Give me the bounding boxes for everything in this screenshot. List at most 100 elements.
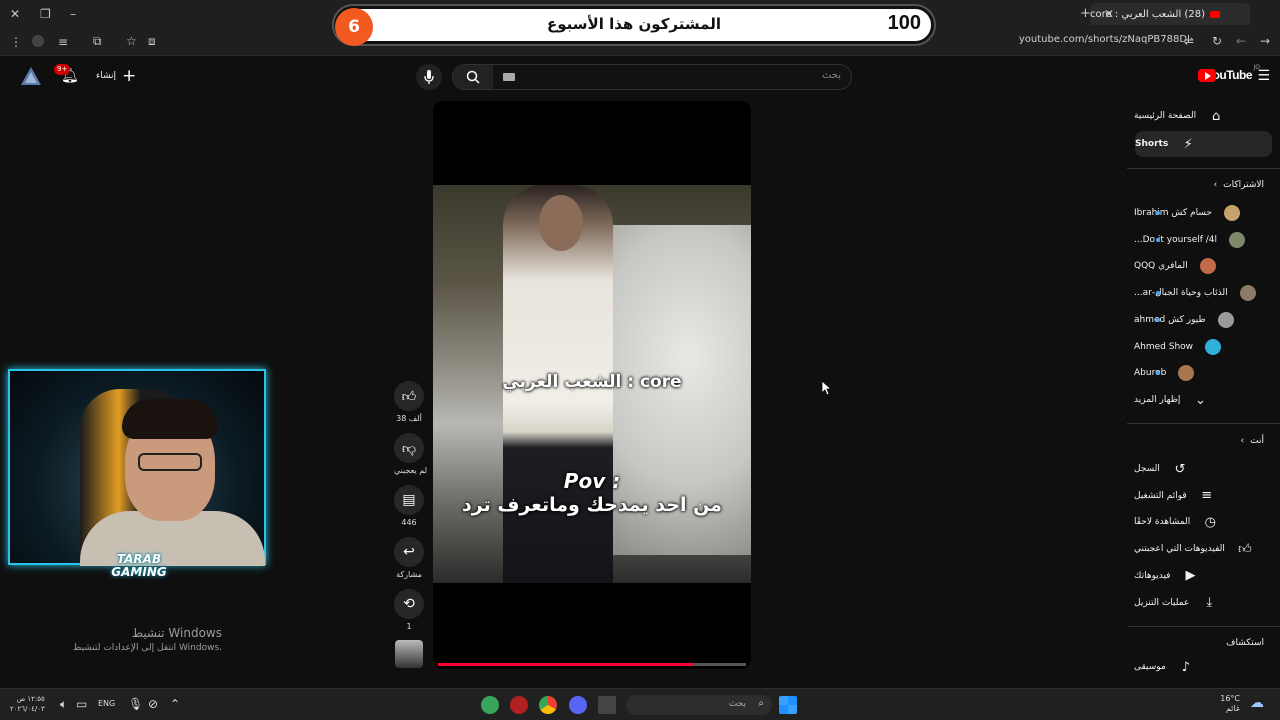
guide-item-watch-later[interactable]: ◷ المشاهدة لاحقًا (1134, 510, 1264, 534)
guide-item-downloads[interactable]: ⤓ عمليات التنزيل (1134, 591, 1264, 615)
subscriptions-heading[interactable]: الاشتراكات › (1214, 180, 1264, 190)
site-settings-icon[interactable]: ⇌ (1184, 35, 1194, 47)
windows-activation-watermark: تنشيط Windows انتقل إلى الإعدادات لتنشيط… (40, 626, 222, 653)
show-more-button[interactable]: ⌄ إظهار المزيد (1134, 388, 1264, 412)
like-button[interactable]: 👍︎ 38 ألف (394, 381, 424, 423)
channel-avatar (1223, 205, 1240, 221)
guide-item-music[interactable]: ♪ موسيقى (1134, 655, 1264, 679)
extensions-icon[interactable]: ⧉ (93, 35, 102, 47)
close-window-icon[interactable]: ✕ (10, 8, 20, 20)
thumbs-up-icon: 👍︎ (394, 381, 424, 411)
channel-avatar (1239, 285, 1256, 302)
plus-icon: + (122, 66, 137, 86)
keyboard-icon[interactable] (503, 73, 515, 81)
camera-off-icon[interactable]: ⊘ (148, 698, 158, 710)
guide-home-label: الصفحة الرئيسية (1134, 111, 1197, 121)
subscription-name: Do it yourself /4l... (1134, 234, 1218, 245)
share-button[interactable]: ↩ مشاركة (394, 537, 424, 579)
forward-icon[interactable]: ← (1236, 35, 1246, 47)
share-label: مشاركة (396, 570, 422, 579)
taskbar-search[interactable]: بحث ⌕ (626, 695, 772, 715)
app-icon-chrome[interactable] (539, 696, 557, 714)
chevron-up-icon[interactable]: ⌃ (170, 698, 180, 710)
mic-tray-icon[interactable]: 🎙︎ (128, 698, 143, 710)
clock-time: ١٢:٥٥ ص (16, 695, 45, 703)
subscription-item[interactable]: الذئاب وحياة الجبال-ar... (1134, 281, 1264, 305)
guide-item-label: قوائم التشغيل (1134, 490, 1187, 501)
guide-item-shorts[interactable]: ⚡︎ Shorts (1135, 131, 1272, 157)
clock[interactable]: ١٢:٥٥ ص ٢٠٢٦/٠٤/٠٣ (10, 694, 45, 714)
back-icon[interactable]: → (1260, 35, 1270, 47)
reload-icon[interactable]: ↻ (1212, 35, 1222, 47)
notification-count-badge: 9+ (54, 64, 71, 75)
subscription-item[interactable]: Do it yourself /4l... (1134, 228, 1264, 252)
chevron-left-icon: › (1240, 436, 1245, 446)
app-icon-obs[interactable] (510, 696, 528, 714)
guide-item-home[interactable]: ⌂ الصفحة الرئيسية (1134, 104, 1264, 128)
language-indicator[interactable]: ENG (98, 700, 115, 708)
music-note-icon: ♪ (1181, 659, 1190, 675)
voice-search-button[interactable] (416, 64, 442, 90)
profile-icon[interactable] (32, 35, 44, 47)
subscription-item[interactable]: Ahmed Show (1134, 335, 1264, 359)
subscription-item[interactable]: حسام كش Ibrahim (1134, 201, 1264, 225)
dislike-button[interactable]: 👎︎ لم يعجبني (394, 433, 427, 475)
remix-count: 1 (406, 622, 412, 631)
speaker-icon[interactable]: 🔈︎ (60, 698, 67, 710)
network-icon[interactable]: ▭ (76, 698, 87, 710)
subscription-name: حسام كش Ibrahim (1134, 208, 1212, 218)
start-button-windows-icon[interactable] (779, 696, 797, 714)
subscription-item[interactable]: Aburob (1134, 361, 1264, 385)
app-icon-greenshot[interactable] (481, 696, 499, 714)
search-box[interactable]: بحث (452, 64, 852, 90)
close-tab-icon[interactable]: ✕ (1104, 8, 1114, 20)
watch-later-icon: ◷ (1204, 514, 1216, 530)
minimize-window-icon[interactable]: – (70, 8, 76, 20)
video-progress-bar[interactable] (438, 663, 746, 666)
restore-window-icon[interactable]: ❐ (40, 8, 51, 20)
sound-thumbnail[interactable] (395, 640, 423, 668)
weather-widget[interactable]: 16°C غائم (1220, 694, 1240, 714)
tarab-gaming-logo: TARAB GAMING (94, 553, 184, 579)
streamer-hair (122, 399, 218, 439)
subscription-name: المافري QQQ (1134, 261, 1188, 272)
playlist-icon: ≡ (1201, 488, 1213, 504)
home-icon: ⌂ (1211, 108, 1221, 124)
guide-item-playlist[interactable]: ≡ قوائم التشغيل (1134, 484, 1264, 508)
app-icon-explorer[interactable] (598, 696, 616, 714)
channel-avatar-icon[interactable] (20, 66, 42, 86)
url-field[interactable]: youtube.com/shorts/zNaqPB788DI (1019, 34, 1190, 45)
search-input[interactable]: بحث (822, 70, 841, 81)
app-icon-discord[interactable] (569, 696, 587, 714)
subscriber-goal-banner: 100 المشتركون هذا الأسبوع 6 (334, 6, 934, 46)
subscription-item[interactable]: طيور كش ahmed (1134, 308, 1264, 332)
guide-item-liked-videos[interactable]: 👍︎ الفيديوهات التي أعجبتني (1134, 537, 1264, 561)
short-video-player[interactable]: الشعب العربي : core Pov : من احد يمدحك و… (433, 101, 751, 669)
show-more-label: إظهار المزيد (1134, 395, 1181, 405)
weather-desc: غائم (1225, 704, 1240, 713)
channel-avatar (1199, 258, 1216, 275)
youtube-favicon-icon (1209, 10, 1220, 18)
subscription-item[interactable]: المافري QQQ (1134, 254, 1264, 278)
liked-videos-icon: 👍︎ (1238, 541, 1252, 557)
search-button[interactable] (453, 65, 493, 89)
comment-icon: ▤ (394, 485, 424, 515)
install-app-icon[interactable]: ⧈ (148, 35, 156, 47)
guide-item-history[interactable]: ↺ السجل (1134, 457, 1264, 481)
comments-button[interactable]: ▤ 446 (394, 485, 424, 527)
channel-avatar (1205, 338, 1222, 355)
clock-date: ٢٠٢٦/٠٤/٠٣ (10, 705, 45, 713)
guide-item-label: المشاهدة لاحقًا (1134, 517, 1191, 528)
guide-item-your-videos[interactable]: ▶ فيديوهاتك (1134, 564, 1264, 588)
remix-button[interactable]: ⟲ 1 (394, 589, 424, 631)
notifications-button[interactable]: 🔔︎ 9+ (54, 64, 79, 86)
bookmark-star-icon[interactable]: ☆ (126, 35, 137, 47)
video-progress-fill (438, 663, 694, 666)
create-button[interactable]: إنشاء + (96, 66, 137, 86)
media-controls-icon[interactable]: ≡ (58, 36, 68, 48)
webcam-overlay: TARAB GAMING (8, 369, 266, 579)
guide-item-label: فيديوهاتك (1134, 570, 1171, 581)
downloads-icon: ⤓ (1206, 595, 1213, 610)
you-heading[interactable]: أنت › (1241, 436, 1264, 446)
menu-dots-icon[interactable]: ⋮ (10, 36, 22, 48)
